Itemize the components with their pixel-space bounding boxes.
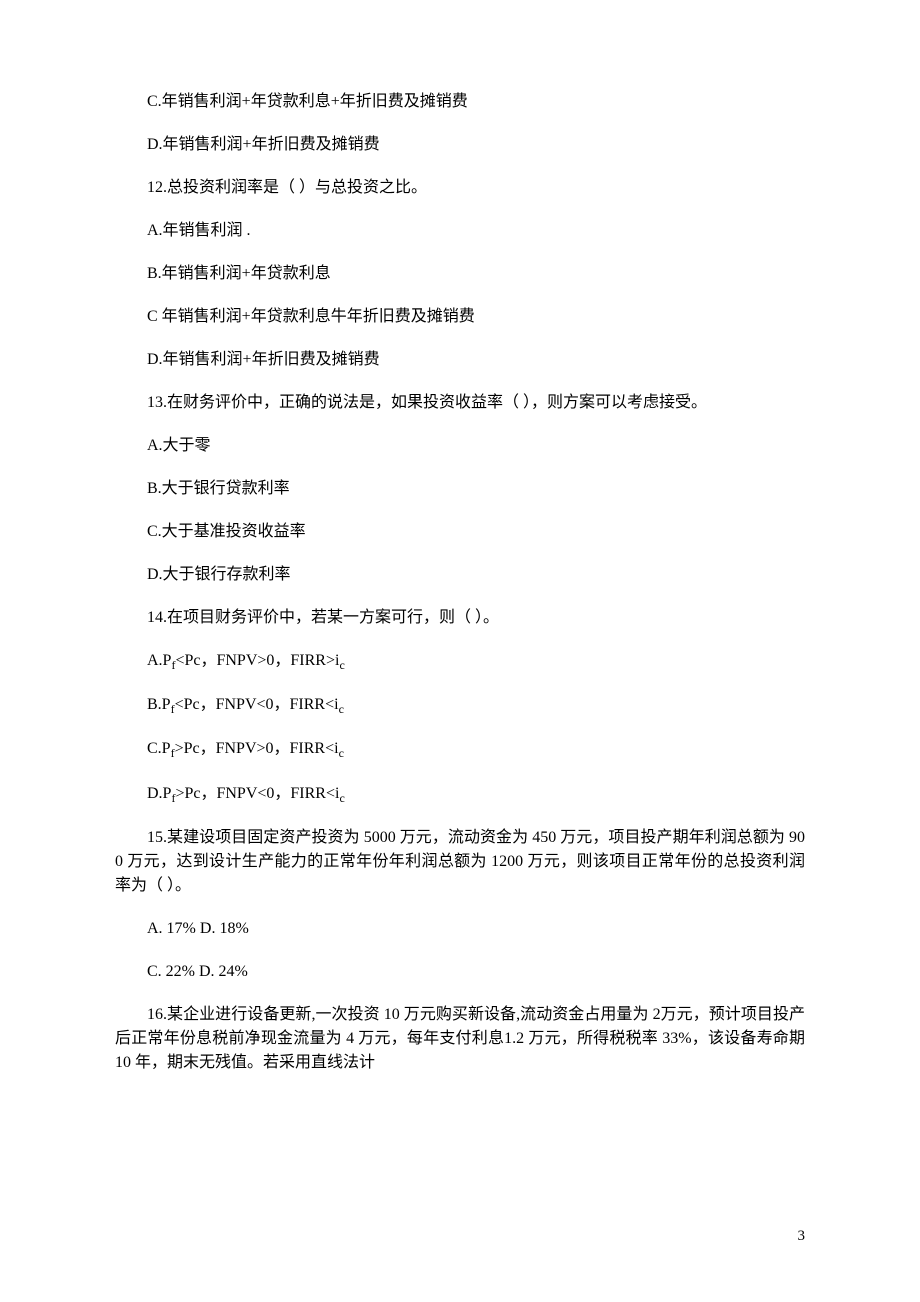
text-line: D.年销售利润+年折旧费及摊销费 xyxy=(115,133,805,157)
text-line: D.Pf>Pc，FNPV<0，FIRR<ic xyxy=(115,782,805,807)
text-line: 15.某建设项目固定资产投资为 5000 万元，流动资金为 450 万元，项目投… xyxy=(115,826,805,898)
document-page: C.年销售利润+年贷款利息+年折旧费及摊销费 D.年销售利润+年折旧费及摊销费 12… xyxy=(0,0,920,1075)
text-line: B.大于银行贷款利率 xyxy=(115,477,805,501)
text-line: C.年销售利润+年贷款利息+年折旧费及摊销费 xyxy=(115,90,805,114)
text-line: C.大于基准投资收益率 xyxy=(115,520,805,544)
text-line: C.Pf>Pc，FNPV>0，FIRR<ic xyxy=(115,737,805,762)
text-line: A.Pf<Pc，FNPV>0，FIRR>ic xyxy=(115,649,805,674)
text-line: B.Pf<Pc，FNPV<0，FIRR<ic xyxy=(115,693,805,718)
text-line: C 年销售利润+年贷款利息牛年折旧费及摊销费 xyxy=(115,305,805,329)
text-line: A.大于零 xyxy=(115,434,805,458)
text-line: C. 22% D. 24% xyxy=(115,960,805,984)
text-line: D.大于银行存款利率 xyxy=(115,563,805,587)
text-line: 14.在项目财务评价中，若某一方案可行，则（ ）。 xyxy=(115,606,805,630)
page-number: 3 xyxy=(798,1225,806,1248)
text-line: D.年销售利润+年折旧费及摊销费 xyxy=(115,348,805,372)
text-line: 12.总投资利润率是（ ）与总投资之比。 xyxy=(115,176,805,200)
text-line: A. 17% D. 18% xyxy=(115,917,805,941)
text-line: 13.在财务评价中，正确的说法是，如果投资收益率（ ），则方案可以考虑接受。 xyxy=(115,391,805,415)
text-line: A.年销售利润 . xyxy=(115,219,805,243)
text-line: B.年销售利润+年贷款利息 xyxy=(115,262,805,286)
text-line: 16.某企业进行设备更新,一次投资 10 万元购买新设备,流动资金占用量为 2万… xyxy=(115,1003,805,1075)
